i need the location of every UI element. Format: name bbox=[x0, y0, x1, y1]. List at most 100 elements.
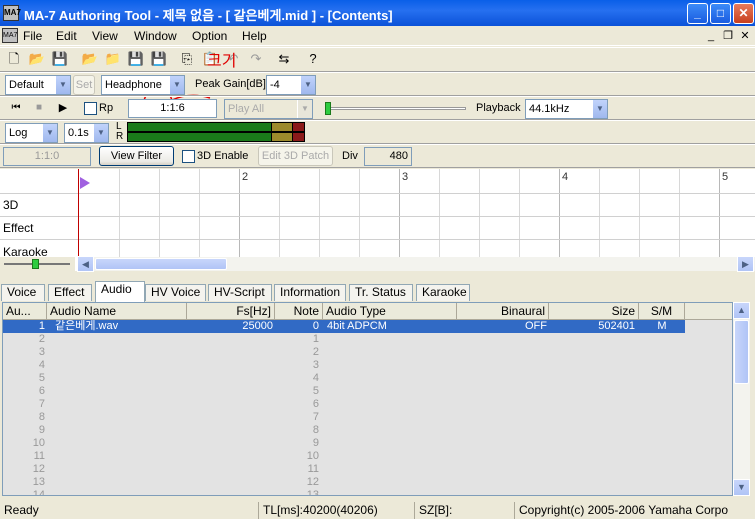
set-button[interactable]: Set bbox=[73, 75, 95, 95]
play-icon[interactable]: ▶ bbox=[52, 98, 74, 118]
mdi-minimize-button[interactable]: _ bbox=[703, 30, 719, 43]
table-row[interactable]: 12 11 bbox=[3, 463, 732, 476]
cell-note: 11 bbox=[307, 463, 319, 475]
playhead-marker-icon[interactable] bbox=[80, 177, 90, 189]
col-sm[interactable]: S/M bbox=[639, 303, 685, 320]
cell-no: 8 bbox=[38, 411, 45, 423]
cell-note: 5 bbox=[312, 385, 319, 397]
table-row[interactable]: 1 같은베게.wav 25000 0 4bit ADPCM OFF 502401 M bbox=[3, 320, 732, 333]
col-note[interactable]: Note bbox=[275, 303, 323, 320]
audio-table[interactable]: Au... Audio Name Fs[Hz] Note Audio Type … bbox=[2, 302, 733, 496]
track-label-3d[interactable]: 3D bbox=[3, 198, 18, 212]
tab-audio[interactable]: Audio bbox=[95, 281, 145, 302]
view-filter-button[interactable]: View Filter bbox=[99, 146, 174, 166]
table-row[interactable]: 76 bbox=[3, 398, 732, 411]
edit-3d-patch-button[interactable]: Edit 3D Patch bbox=[258, 146, 333, 166]
open-project-icon[interactable]: 📂 bbox=[79, 49, 101, 69]
open-contents-icon[interactable]: 📁 bbox=[102, 49, 124, 69]
col-audio-name[interactable]: Audio Name bbox=[47, 303, 187, 320]
cell-note: 12 bbox=[306, 476, 319, 488]
horizontal-scroll-thumb[interactable] bbox=[95, 258, 227, 270]
rp-checkbox[interactable] bbox=[84, 102, 97, 115]
tab-hv-voice[interactable]: HV Voice bbox=[145, 284, 206, 301]
col-audio-type[interactable]: Audio Type bbox=[323, 303, 457, 320]
col-binaural[interactable]: Binaural bbox=[457, 303, 549, 320]
scroll-right-icon[interactable]: ▶ bbox=[737, 256, 754, 272]
save-icon[interactable]: 💾 bbox=[49, 49, 71, 69]
peak-gain-select[interactable]: -4 ▼ bbox=[266, 75, 316, 95]
meter-r-amber bbox=[272, 133, 292, 141]
table-row[interactable]: 98 bbox=[3, 424, 732, 437]
menu-option[interactable]: Option bbox=[189, 28, 230, 44]
scroll-up-icon[interactable]: ▲ bbox=[733, 302, 750, 319]
tab-effect[interactable]: Effect bbox=[48, 284, 92, 301]
div-field[interactable]: 480 bbox=[364, 147, 412, 166]
menu-view[interactable]: View bbox=[89, 28, 121, 44]
track-label-effect[interactable]: Effect bbox=[3, 221, 33, 235]
scale-select[interactable]: Log ▼ bbox=[5, 123, 58, 143]
col-fs[interactable]: Fs[Hz] bbox=[187, 303, 275, 320]
open-folder-icon[interactable]: 📂 bbox=[26, 49, 48, 69]
save-disabled-icon[interactable]: 💾 bbox=[125, 49, 147, 69]
col-audio-no[interactable]: Au... bbox=[3, 303, 47, 320]
playback-slider-track[interactable] bbox=[326, 107, 466, 110]
maximize-button[interactable]: □ bbox=[710, 3, 731, 24]
new-file-icon[interactable]: 🗋 bbox=[3, 49, 25, 69]
table-row[interactable]: 65 bbox=[3, 385, 732, 398]
tab-hv-script[interactable]: HV-Script bbox=[208, 284, 272, 301]
output-value: Headphone bbox=[105, 79, 162, 91]
cell-note: 3 bbox=[312, 359, 319, 371]
stop-icon[interactable]: ■ bbox=[28, 98, 50, 118]
position-field[interactable]: 1:1:6 bbox=[128, 99, 217, 118]
copy-icon[interactable]: ⎘ bbox=[176, 49, 198, 69]
3d-enable-checkbox[interactable] bbox=[182, 150, 195, 163]
track-view[interactable]: 2 3 4 5 3D Effect Karaoke ◀ ▶ bbox=[0, 169, 755, 272]
minimize-button[interactable]: _ bbox=[687, 3, 708, 24]
tab-information[interactable]: Information bbox=[274, 284, 346, 301]
table-row[interactable]: 43 bbox=[3, 359, 732, 372]
close-button[interactable]: ✕ bbox=[733, 3, 754, 24]
preset-select[interactable]: Default ▼ bbox=[5, 75, 71, 95]
table-row[interactable]: 13 12 bbox=[3, 476, 732, 489]
tab-voice[interactable]: Voice bbox=[1, 284, 45, 301]
scroll-down-icon[interactable]: ▼ bbox=[733, 479, 750, 496]
mdi-restore-button[interactable]: ❐ bbox=[720, 30, 736, 43]
bar-number: 5 bbox=[722, 171, 729, 183]
tab-tr-status[interactable]: Tr. Status bbox=[349, 284, 413, 301]
mdi-close-button[interactable]: ✕ bbox=[737, 30, 753, 43]
save-contents-icon[interactable]: 💾 bbox=[148, 49, 170, 69]
export-icon[interactable]: ⇆ bbox=[273, 49, 295, 69]
zoom-slider-thumb[interactable] bbox=[32, 259, 39, 269]
table-row[interactable]: 54 bbox=[3, 372, 732, 385]
help-icon[interactable]: ? bbox=[302, 49, 324, 69]
interval-select[interactable]: 0.1s ▼ bbox=[64, 123, 109, 143]
play-mode-select[interactable]: Play All ▼ bbox=[224, 99, 313, 119]
playhead-line[interactable] bbox=[78, 169, 79, 257]
menu-edit[interactable]: Edit bbox=[53, 28, 80, 44]
table-row[interactable]: 14 13 bbox=[3, 489, 732, 495]
title-bar[interactable]: MA7 MA-7 Authoring Tool - 제목 없음 - [ 같은베게… bbox=[0, 0, 755, 26]
vertical-scrollbar[interactable]: ▲ ▼ bbox=[733, 302, 750, 496]
scroll-left-icon[interactable]: ◀ bbox=[77, 256, 94, 272]
playback-slider-thumb[interactable] bbox=[325, 102, 331, 115]
table-row[interactable]: 21 bbox=[3, 333, 732, 346]
track-label-karaoke[interactable]: Karaoke bbox=[3, 245, 48, 257]
menu-help[interactable]: Help bbox=[239, 28, 270, 44]
output-select[interactable]: Headphone ▼ bbox=[101, 75, 185, 95]
rewind-icon[interactable]: ⏮ bbox=[5, 98, 27, 118]
menu-file[interactable]: File bbox=[20, 28, 45, 44]
table-row[interactable]: 10 9 bbox=[3, 437, 732, 450]
redo-icon[interactable]: ↷ bbox=[245, 49, 267, 69]
mdi-child-icon[interactable]: MA7 bbox=[2, 28, 18, 43]
horizontal-scrollbar[interactable]: ◀ ▶ bbox=[77, 256, 755, 272]
vertical-scroll-thumb[interactable] bbox=[734, 320, 749, 384]
table-row[interactable]: 32 bbox=[3, 346, 732, 359]
col-size[interactable]: Size bbox=[549, 303, 639, 320]
playback-rate-select[interactable]: 44.1kHz ▼ bbox=[525, 99, 608, 119]
zoom-slider[interactable] bbox=[0, 257, 75, 271]
table-row[interactable]: 11 10 bbox=[3, 450, 732, 463]
table-row[interactable]: 87 bbox=[3, 411, 732, 424]
status-sz: SZ[B]: bbox=[414, 502, 510, 519]
tab-karaoke[interactable]: Karaoke bbox=[416, 284, 470, 301]
menu-window[interactable]: Window bbox=[131, 28, 180, 44]
